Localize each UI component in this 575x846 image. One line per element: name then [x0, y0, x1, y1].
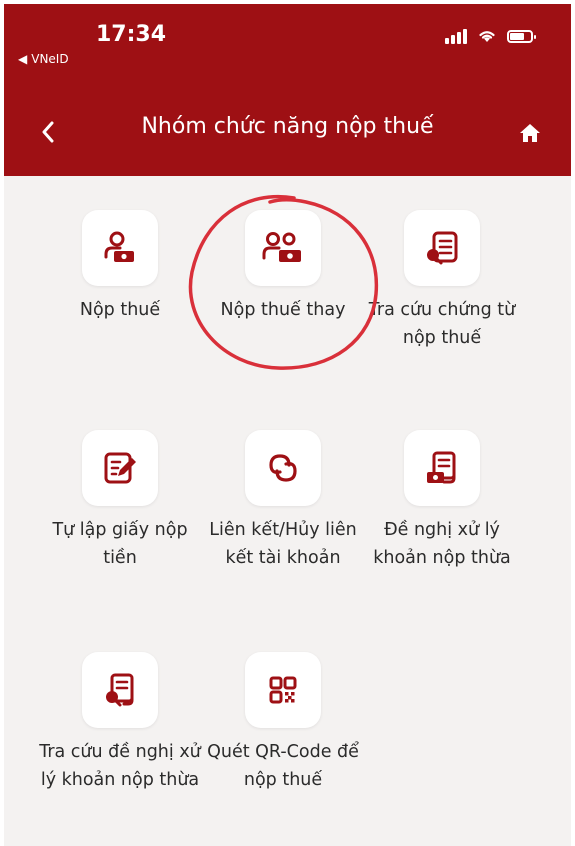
person-money-icon: [104, 231, 134, 262]
tile: [82, 652, 158, 728]
status-back-label: VNeID: [31, 52, 69, 66]
menu-item-tra-cuu-chung-tu[interactable]: Tra cứu chứng từ nộp thuế: [352, 210, 532, 352]
signal-icon: [445, 28, 467, 44]
wifi-icon: [479, 31, 495, 42]
tile: [82, 210, 158, 286]
menu-item-label: Đề nghị xử lý khoản nộp thừa: [373, 520, 511, 568]
screen: 17:34 ◀ VNeID Nhóm chức năng nộp thuế Nộ…: [4, 4, 571, 846]
menu-item-quet-qr-code[interactable]: Quét QR-Code để nộp thuế: [193, 652, 373, 794]
menu-item-label: Nộp thuế thay: [220, 300, 346, 320]
tile: [82, 430, 158, 506]
tile: [404, 210, 480, 286]
menu-item-tu-lap-giay-nop-tien[interactable]: Tự lập giấy nộp tiền: [30, 430, 210, 572]
edit-form-icon: [104, 452, 136, 484]
tile: [245, 210, 321, 286]
document-search-icon: [427, 231, 458, 265]
status-back-to-app[interactable]: ◀ VNeID: [18, 52, 69, 66]
home-button[interactable]: [515, 118, 545, 148]
back-triangle-icon: ◀: [18, 52, 28, 66]
menu-item-nop-thue-thay[interactable]: Nộp thuế thay: [193, 210, 373, 324]
page-title: Nhóm chức năng nộp thuế: [141, 114, 434, 139]
tile: [404, 430, 480, 506]
menu-item-label: Tự lập giấy nộp tiền: [52, 520, 188, 568]
menu-item-lien-ket-tai-khoan[interactable]: Liên kết/Hủy liên kết tài khoản: [193, 430, 373, 572]
home-icon: [520, 124, 540, 142]
status-indicators: [445, 28, 536, 44]
menu-item-label: Liên kết/Hủy liên kết tài khoản: [209, 520, 357, 568]
two-persons-money-icon: [262, 232, 301, 262]
menu-item-label: Tra cứu đề nghị xử lý khoản nộp thừa: [39, 742, 201, 790]
menu-item-label: Tra cứu chứng từ nộp thuế: [368, 300, 516, 348]
document-money-icon: [427, 451, 456, 484]
document-search-icon: [106, 673, 134, 707]
menu-item-tra-cuu-de-nghi[interactable]: Tra cứu đề nghị xử lý khoản nộp thừa: [30, 652, 210, 794]
status-time: 17:34: [96, 22, 167, 47]
menu-item-label: Quét QR-Code để nộp thuế: [207, 742, 359, 790]
battery-icon: [507, 29, 536, 43]
menu-item-nop-thue[interactable]: Nộp thuế: [30, 210, 210, 324]
menu-item-label: Nộp thuế: [79, 300, 161, 320]
qr-code-icon: [269, 676, 297, 704]
app-header: 17:34 ◀ VNeID Nhóm chức năng nộp thuế: [4, 4, 571, 176]
tile: [245, 430, 321, 506]
tile: [245, 652, 321, 728]
link-icon: [269, 454, 297, 482]
menu-item-de-nghi-xu-ly-khoan-nop-thua[interactable]: Đề nghị xử lý khoản nộp thừa: [352, 430, 532, 572]
